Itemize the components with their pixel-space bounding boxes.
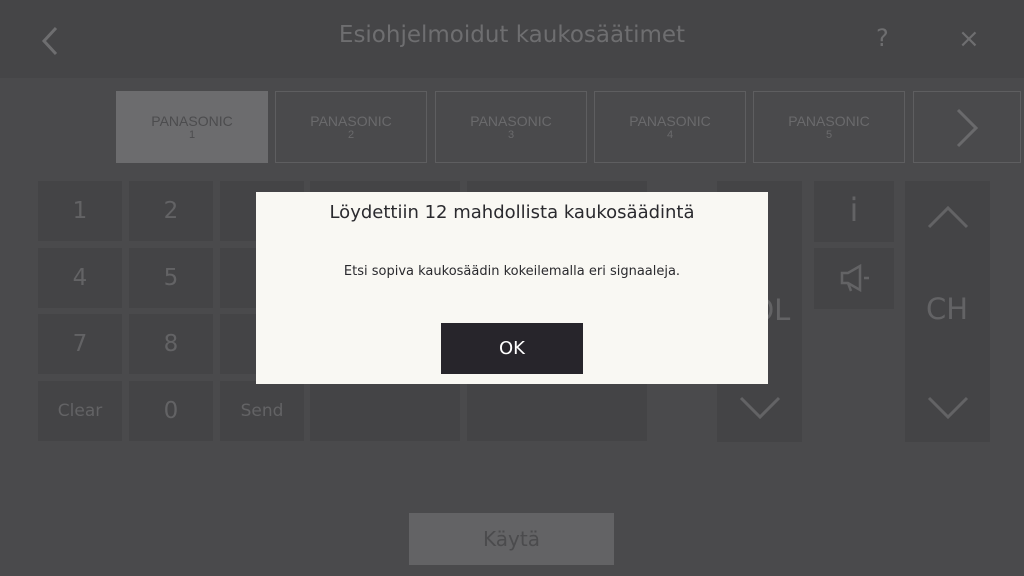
tab-brand: PANASONIC — [151, 113, 233, 129]
info-button[interactable]: i — [814, 181, 894, 242]
help-icon[interactable]: ? — [876, 24, 889, 52]
channel-label: CH — [926, 292, 969, 326]
remotes-found-dialog: Löydettiin 12 mahdollista kaukosäädintä … — [256, 192, 768, 384]
chevron-right-icon — [956, 108, 979, 148]
clear-button[interactable]: Clear — [38, 381, 122, 441]
send-button[interactable]: Send — [220, 381, 304, 441]
use-button[interactable]: Käytä — [409, 513, 614, 565]
tab-brand: PANASONIC — [310, 113, 392, 129]
mute-button[interactable] — [814, 248, 894, 309]
dialog-title: Löydettiin 12 mahdollista kaukosäädintä — [329, 202, 695, 223]
channel-up-icon[interactable] — [927, 205, 969, 229]
tab-remote-5[interactable]: PANASONIC 5 — [753, 91, 905, 163]
tab-number: 2 — [347, 129, 355, 141]
page-title: Esiohjelmoidut kaukosäätimet — [338, 22, 686, 48]
tab-remote-4[interactable]: PANASONIC 4 — [594, 91, 746, 163]
key-5[interactable]: 5 — [129, 248, 213, 308]
megaphone-icon — [840, 263, 869, 293]
tabs-next-button[interactable] — [913, 91, 1021, 163]
tab-number: 5 — [825, 129, 833, 141]
tab-number: 4 — [666, 129, 674, 141]
close-icon[interactable]: × — [958, 24, 980, 54]
tab-remote-1[interactable]: PANASONIC 1 — [116, 91, 268, 163]
key-1[interactable]: 1 — [38, 181, 122, 241]
tab-brand: PANASONIC — [788, 113, 870, 129]
volume-down-icon[interactable] — [739, 396, 781, 420]
info-icon: i — [849, 191, 859, 229]
key-7[interactable]: 7 — [38, 314, 122, 374]
ok-button[interactable]: OK — [441, 323, 583, 374]
key-4[interactable]: 4 — [38, 248, 122, 308]
key-2[interactable]: 2 — [129, 181, 213, 241]
header-bar: Esiohjelmoidut kaukosäätimet ? × — [0, 0, 1024, 78]
dialog-message: Etsi sopiva kaukosäädin kokeilemalla eri… — [343, 264, 681, 279]
tab-remote-3[interactable]: PANASONIC 3 — [435, 91, 587, 163]
tab-brand: PANASONIC — [629, 113, 711, 129]
tab-number: 1 — [188, 129, 196, 141]
key-0[interactable]: 0 — [129, 381, 213, 441]
channel-down-icon[interactable] — [927, 396, 969, 420]
tab-number: 3 — [507, 129, 515, 141]
tab-brand: PANASONIC — [470, 113, 552, 129]
key-8[interactable]: 8 — [129, 314, 213, 374]
tab-remote-2[interactable]: PANASONIC 2 — [275, 91, 427, 163]
